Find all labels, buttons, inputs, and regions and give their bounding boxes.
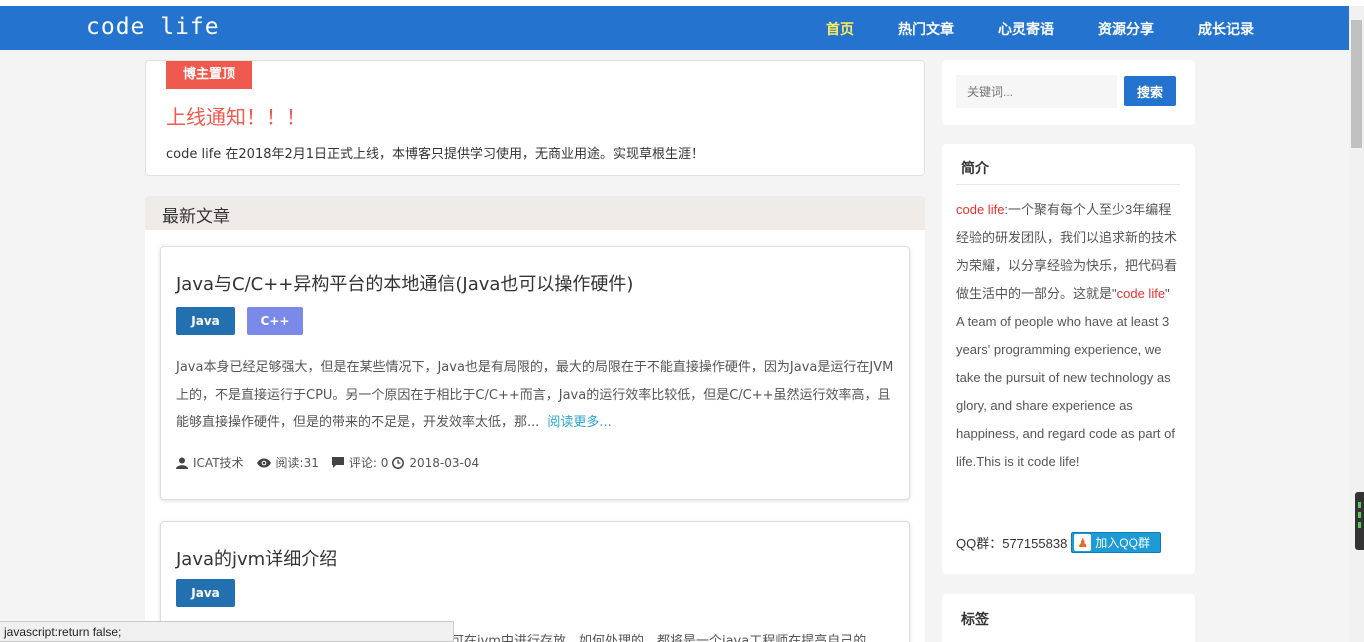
article-author[interactable]: ICAT技术	[193, 454, 244, 471]
intro-widget: 简介 code life:一个聚有每个人至少3年编程经验的研发团队，我们以追求新…	[942, 144, 1195, 574]
latest-articles-header: 最新文章	[145, 196, 925, 230]
tag-java[interactable]: Java	[176, 579, 235, 607]
intro-text: code life:一个聚有每个人至少3年编程经验的研发团队，我们以追求新的技术…	[956, 202, 1178, 469]
tags-title: 标签	[961, 612, 989, 628]
tags-widget: 标签	[942, 594, 1195, 642]
join-qq-group-button[interactable]: ♟ 加入QQ群	[1071, 532, 1162, 553]
tag-java[interactable]: Java	[176, 307, 235, 335]
nav-item-growth-records[interactable]: 成长记录	[1198, 19, 1254, 39]
article-excerpt: 可在jvm中进行存放，如何处理的，都将是一个java工程师在提高自己的	[451, 634, 867, 642]
clock-icon	[392, 456, 405, 469]
user-icon	[176, 457, 188, 469]
article-views: 阅读:31	[275, 456, 319, 470]
article-card: Java与C/C++异构平台的本地通信(Java也可以操作硬件) Java C+…	[160, 246, 910, 500]
article-comments: 评论: 0	[348, 456, 389, 470]
eye-icon	[256, 458, 271, 467]
comment-icon	[331, 457, 344, 468]
pinned-post-card: 博主置顶 上线通知！！！ code life 在2018年2月1日正式上线，本博…	[145, 60, 925, 176]
nav-item-resources[interactable]: 资源分享	[1098, 19, 1154, 39]
article-date: 2018-03-04	[409, 455, 480, 470]
latest-articles-title: 最新文章	[162, 207, 230, 227]
nav-item-soul-messages[interactable]: 心灵寄语	[998, 19, 1054, 39]
article-tags: Java	[176, 579, 247, 607]
site-logo[interactable]: code life	[86, 14, 220, 40]
article-title[interactable]: Java的jvm详细介绍	[176, 545, 337, 571]
nav-item-hot-articles[interactable]: 热门文章	[898, 19, 954, 39]
article-tags: Java C++	[176, 307, 315, 335]
article-title[interactable]: Java与C/C++异构平台的本地通信(Java也可以操作硬件)	[176, 270, 633, 296]
qq-group-number: QQ群：577155838	[956, 536, 1068, 551]
search-input[interactable]	[956, 75, 1117, 108]
read-more-link[interactable]: 阅读更多...	[547, 415, 611, 430]
nav-item-home[interactable]: 首页	[826, 19, 854, 39]
pinned-badge: 博主置顶	[166, 61, 252, 89]
top-navbar: code life 首页 热门文章 心灵寄语 资源分享 成长记录	[0, 6, 1349, 50]
brand-name: code life	[1116, 286, 1166, 301]
search-button[interactable]: 搜索	[1124, 76, 1176, 106]
divider	[956, 184, 1180, 185]
main-nav: 首页 热门文章 心灵寄语 资源分享 成长记录	[826, 19, 1298, 39]
side-float-widget[interactable]	[1355, 492, 1364, 550]
qq-people-icon: ♟	[1074, 534, 1092, 551]
article-excerpt: Java本身已经足够强大，但是在某些情况下，Java也是有局限的，最大的局限在于…	[176, 360, 894, 430]
intro-text-en: A team of people who have at least 3 yea…	[956, 314, 1175, 469]
pinned-title[interactable]: 上线通知！！！	[166, 101, 306, 130]
browser-status-bar: javascript:return false;	[0, 621, 454, 642]
pinned-text: code life 在2018年2月1日正式上线，本博客只提供学习使用，无商业用…	[166, 147, 705, 162]
intro-title: 简介	[961, 161, 989, 177]
search-widget: 搜索	[942, 60, 1195, 125]
article-meta: ICAT技术 阅读:31 评论: 0 2018-03-04	[176, 454, 492, 471]
brand-name: code life	[956, 202, 1005, 217]
tag-cpp[interactable]: C++	[247, 307, 303, 335]
qq-group: QQ群：577155838 ♟ 加入QQ群	[956, 532, 1162, 553]
scrollbar-thumb[interactable]	[1351, 20, 1362, 148]
